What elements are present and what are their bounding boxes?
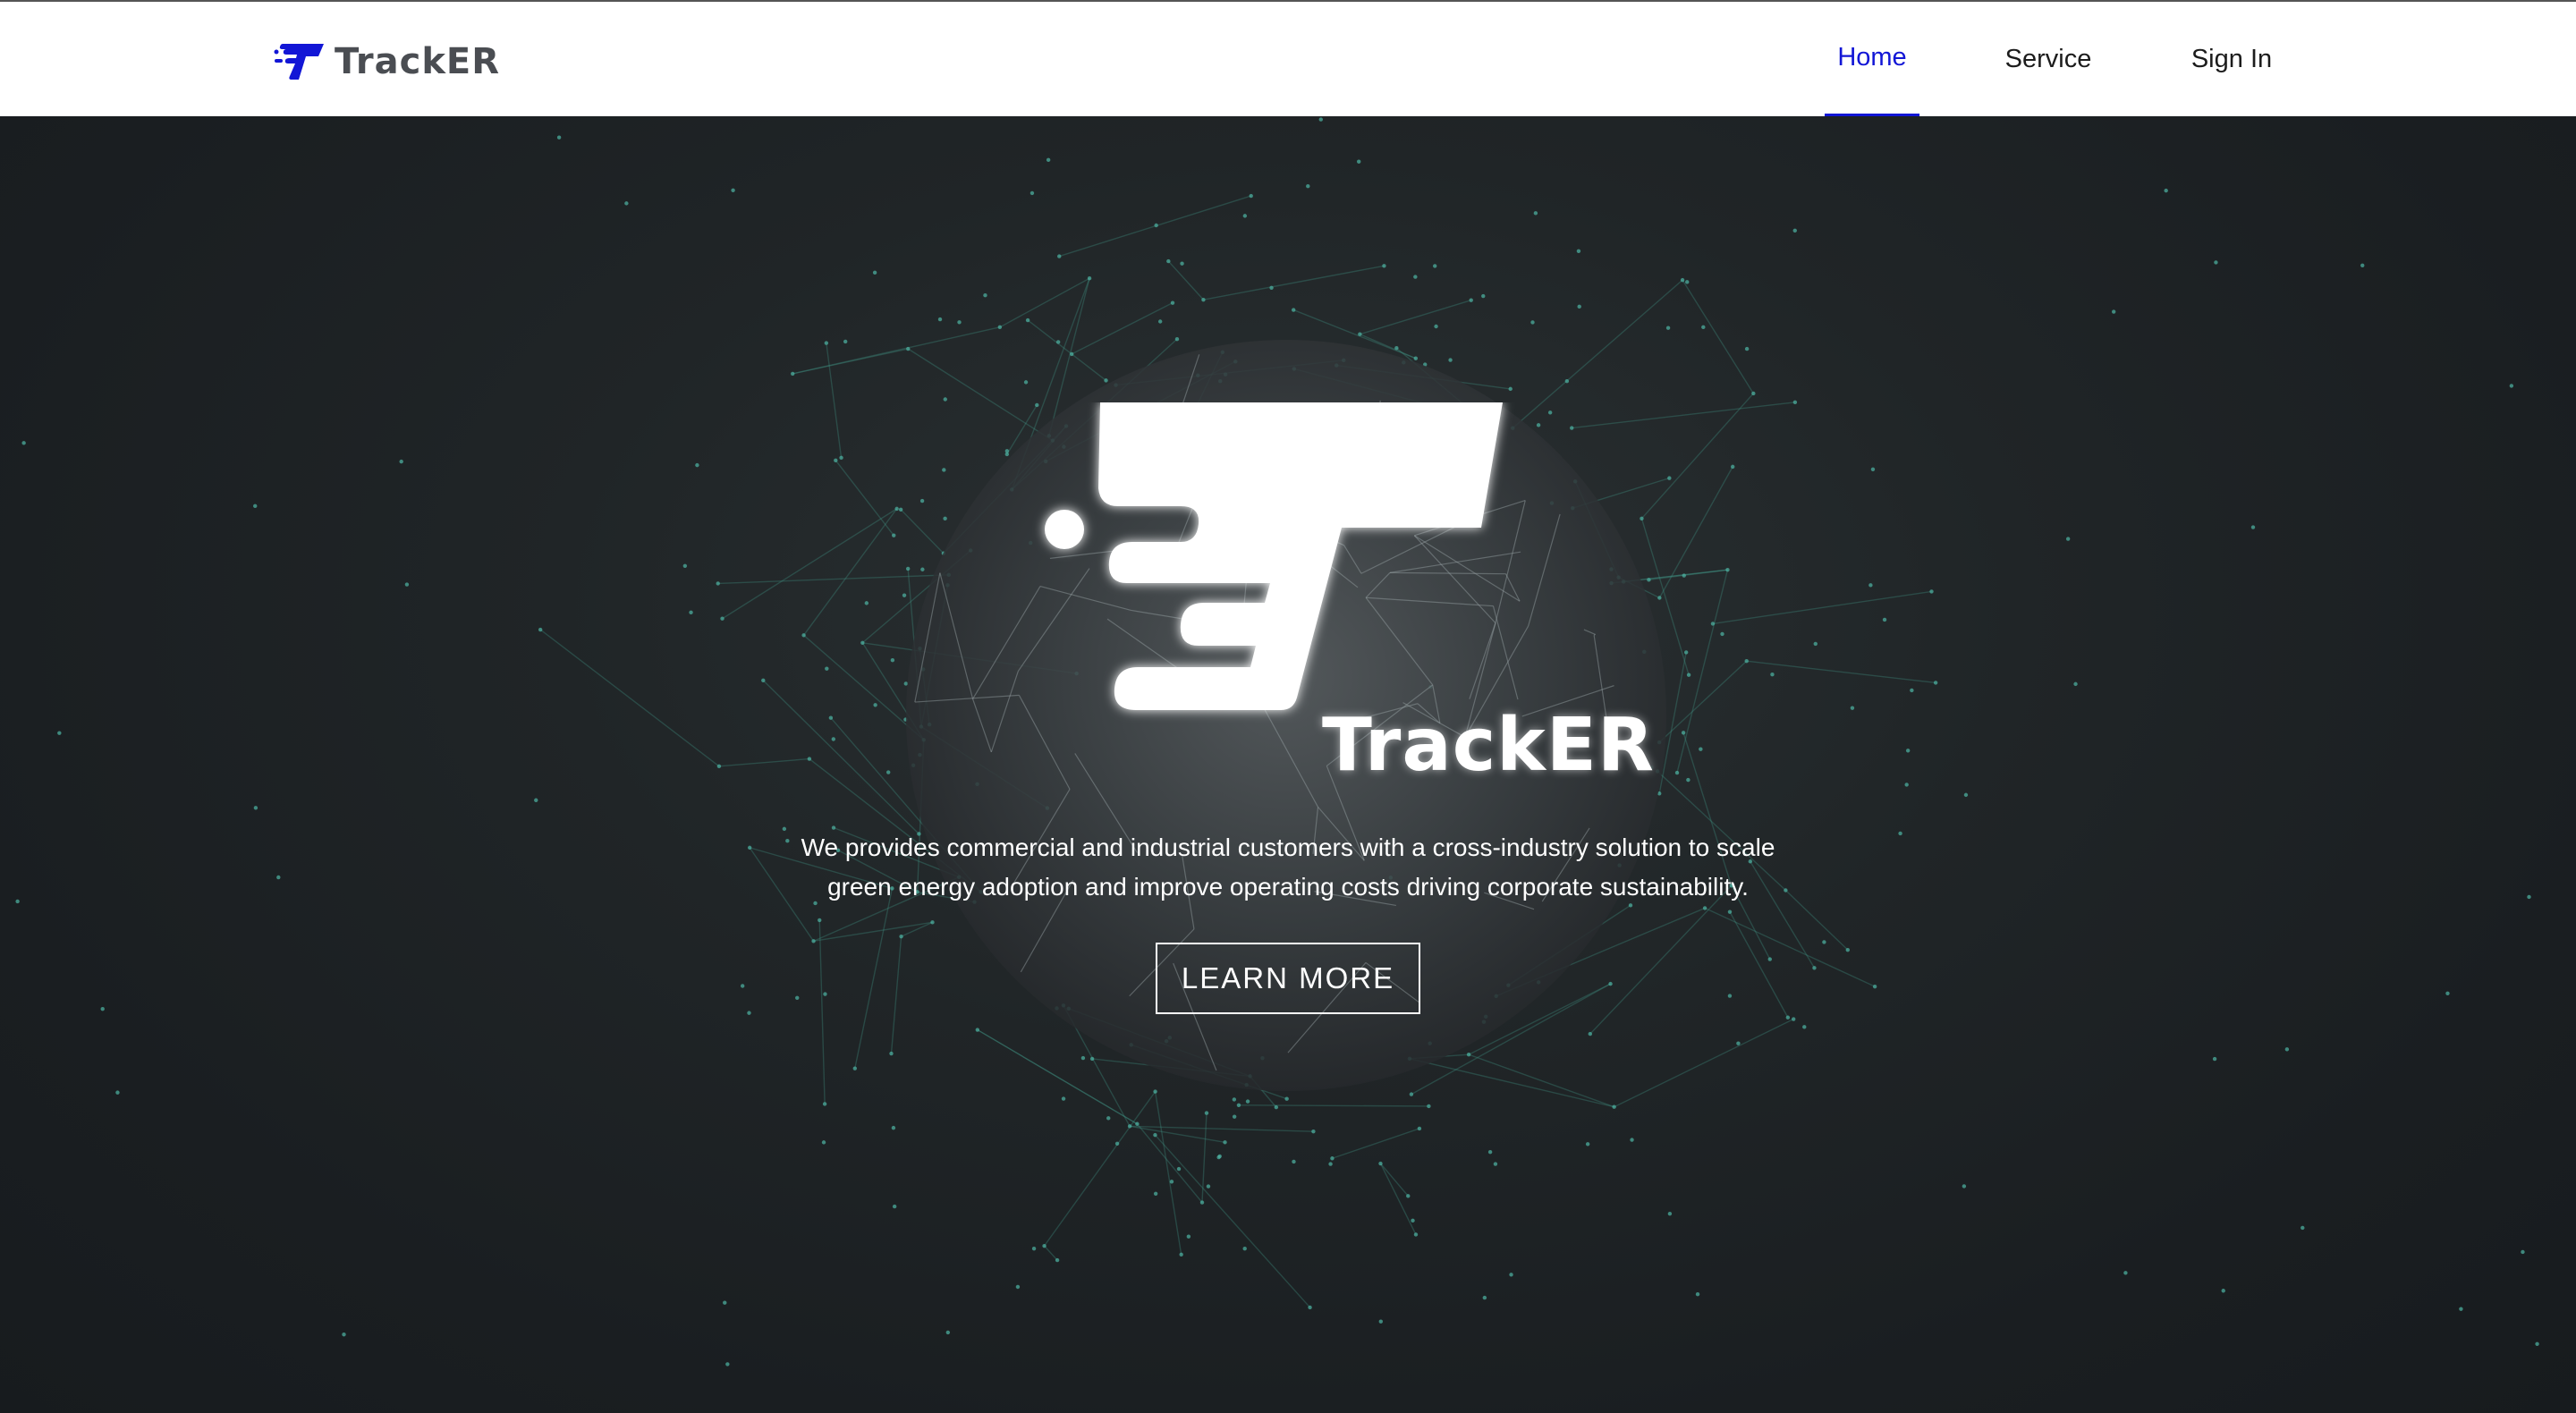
hero-section: TrackER We provides commercial and indus… <box>0 116 2576 1413</box>
hero-logo-text: TrackER <box>1322 703 1655 788</box>
page: TrackER Home Service Sign In TrackER We … <box>0 0 2576 1413</box>
brand-logo-link[interactable]: TrackER <box>272 39 500 84</box>
nav-home[interactable]: Home <box>1825 2 1919 116</box>
tracker-logo-icon <box>274 44 324 80</box>
nav-sign-in[interactable]: Sign In <box>2182 2 2281 116</box>
top-navbar: TrackER Home Service Sign In <box>0 0 2576 116</box>
brand-name: TrackER <box>335 41 501 82</box>
learn-more-button[interactable]: LEARN MORE <box>1156 943 1420 1014</box>
hero-description: We provides commercial and industrial cu… <box>801 833 1775 901</box>
nav-service[interactable]: Service <box>1995 2 2102 116</box>
